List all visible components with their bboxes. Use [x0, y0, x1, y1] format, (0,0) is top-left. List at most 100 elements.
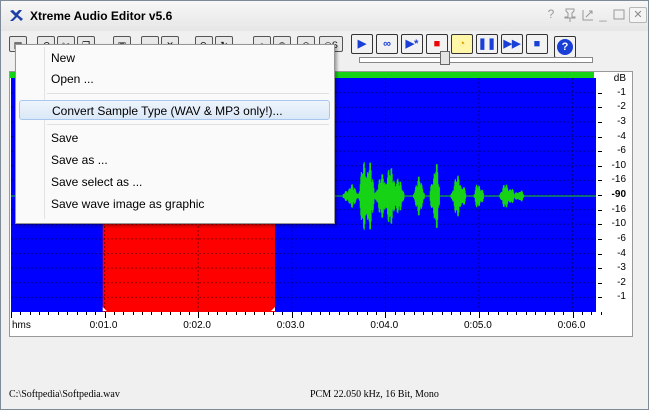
- menu-item-save-wave-image-as-graphic[interactable]: Save wave image as graphic: [19, 194, 330, 214]
- time-tick: [67, 312, 69, 315]
- time-tick: [114, 312, 115, 315]
- db-tick-label: -3: [617, 262, 626, 274]
- time-tick: [170, 312, 172, 315]
- time-tick: [329, 312, 331, 315]
- time-tick: [207, 312, 209, 315]
- time-tick: [348, 312, 349, 315]
- time-tick-label: 0:04.0: [370, 320, 399, 331]
- time-tick: [469, 312, 471, 315]
- db-tick: [598, 136, 602, 138]
- menu-item-label: Convert Sample Type (WAV & MP3 only!)...: [52, 104, 283, 118]
- loop-button[interactable]: ∞: [376, 34, 398, 54]
- fit-icon[interactable]: [581, 7, 595, 23]
- menu-item-open[interactable]: Open ...: [19, 69, 330, 89]
- app-icon: [10, 10, 23, 21]
- time-ruler[interactable]: hms 0:01.0 0:02.0 0:03.0 0:04.0 0:05.0 0:06.0: [10, 312, 602, 336]
- menu-item-save-select-as[interactable]: Save select as ...: [19, 172, 330, 192]
- pause-button[interactable]: ❚❚: [476, 34, 498, 54]
- time-tick: [291, 312, 293, 318]
- title-bar[interactable]: Xtreme Audio Editor v5.6 ? _ ✕: [1, 1, 648, 31]
- pin-icon[interactable]: [563, 7, 577, 23]
- play-from-cursor-button[interactable]: ▶*: [401, 34, 423, 54]
- time-tick: [188, 312, 190, 315]
- stop-button[interactable]: ■: [526, 34, 548, 54]
- db-tick: [598, 209, 602, 211]
- play-selection-button[interactable]: ▶▶: [501, 34, 523, 54]
- time-tick: [263, 312, 265, 315]
- close-button[interactable]: ✕: [629, 7, 647, 23]
- time-tick: [460, 312, 462, 315]
- time-tick: [516, 312, 518, 315]
- volume-slider-track[interactable]: [359, 57, 593, 63]
- menu-item-save-as[interactable]: Save as ...: [19, 150, 330, 170]
- menu-item-convert-sample-type-wav-mp3-only[interactable]: Convert Sample Type (WAV & MP3 only!)...: [19, 100, 330, 120]
- time-tick-label: 0:02.0: [183, 320, 211, 331]
- time-tick: [57, 312, 59, 315]
- db-tick-label: -10: [611, 159, 626, 171]
- db-tick-label: -1: [617, 291, 626, 303]
- maximize-icon[interactable]: [613, 7, 625, 23]
- time-tick: [48, 312, 50, 315]
- menu-item-new[interactable]: New: [19, 48, 330, 68]
- time-tick: [563, 312, 565, 315]
- time-tick: [450, 312, 452, 315]
- play-button[interactable]: ▶: [351, 34, 373, 54]
- db-tick-label: -90: [611, 189, 626, 200]
- db-tick: [598, 224, 602, 226]
- status-format: PCM 22.050 kHz, 16 Bit, Mono: [310, 389, 439, 400]
- db-tick-label: -4: [617, 130, 626, 142]
- db-tick: [598, 195, 602, 196]
- time-tick: [366, 312, 368, 315]
- db-tick: [598, 238, 602, 240]
- time-tick: [572, 312, 574, 318]
- db-tick-label: -16: [611, 203, 626, 215]
- time-tick: [151, 312, 153, 315]
- db-tick: [598, 165, 602, 167]
- time-tick-label: 0:05.0: [464, 320, 492, 331]
- db-tick-label: -16: [611, 174, 626, 186]
- time-tick: [507, 312, 509, 315]
- time-tick: [413, 312, 415, 315]
- time-tick: [338, 312, 340, 315]
- db-tick-label: -1: [617, 86, 626, 98]
- time-tick: [132, 312, 134, 315]
- time-tick: [142, 312, 143, 315]
- time-tick: [39, 312, 41, 315]
- menu-separator: [47, 93, 329, 94]
- app-window: Xtreme Audio Editor v5.6 ? _ ✕ ▤ ↶ ✂ ❐ ▣…: [0, 0, 649, 410]
- db-unit-label: dB: [613, 73, 626, 84]
- db-tick: [598, 180, 602, 182]
- db-tick: [598, 121, 602, 123]
- time-tick-label: 0:01.0: [89, 320, 118, 331]
- menu-item-label: Save as ...: [51, 153, 108, 167]
- menu-item-save[interactable]: Save: [19, 128, 330, 148]
- time-tick: [441, 312, 443, 315]
- db-tick-label: -6: [617, 232, 626, 244]
- time-tick: [497, 312, 499, 315]
- meter-button[interactable]: ◔: [451, 34, 473, 54]
- time-tick: [95, 312, 97, 315]
- time-tick: [525, 312, 527, 315]
- time-tick: [282, 312, 284, 315]
- menu-item-label: Open ...: [51, 72, 94, 86]
- help-title-button[interactable]: ?: [546, 7, 556, 23]
- db-tick: [598, 297, 602, 299]
- db-tick-label: -2: [617, 276, 626, 288]
- time-tick: [198, 312, 200, 318]
- minimize-button[interactable]: _: [597, 7, 609, 23]
- time-tick: [376, 312, 377, 315]
- time-tick: [179, 312, 181, 315]
- menu-item-label: New: [51, 51, 76, 65]
- time-tick: [385, 312, 387, 318]
- db-tick-label: -2: [617, 101, 626, 113]
- status-bar: C:\Softpedia\Softpedia.wav PCM 22.050 kH…: [1, 381, 648, 409]
- time-tick: [479, 312, 480, 318]
- time-tick: [544, 312, 546, 315]
- time-tick: [394, 312, 396, 315]
- time-tick: [273, 312, 275, 315]
- db-tick-label: -6: [617, 145, 626, 157]
- volume-slider-thumb[interactable]: [439, 51, 450, 65]
- time-tick: [104, 312, 106, 318]
- help-button[interactable]: ?: [554, 36, 576, 58]
- time-tick: [160, 312, 162, 315]
